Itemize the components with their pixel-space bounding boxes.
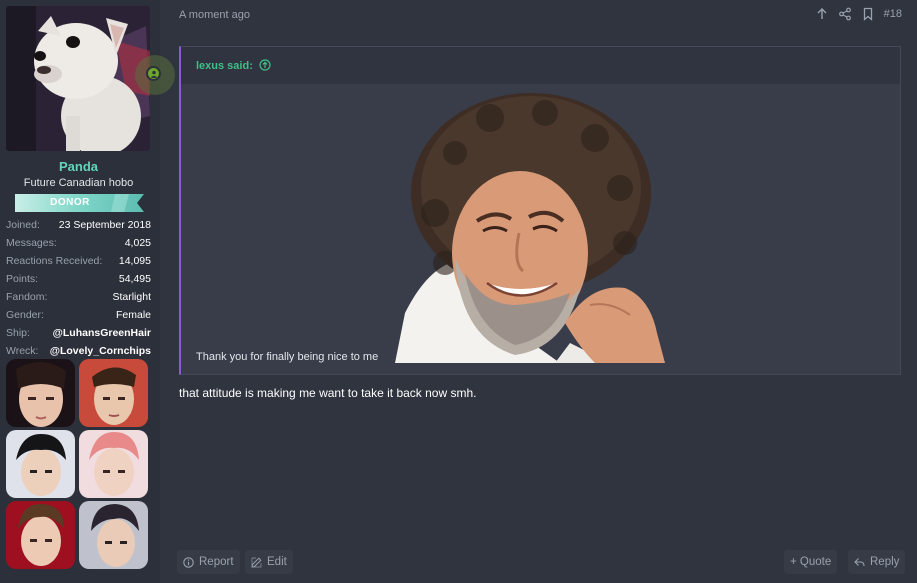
quote-image[interactable] — [395, 93, 667, 363]
stat-key: Messages: — [6, 237, 57, 249]
gallery-image — [79, 359, 148, 427]
quote-label: + Quote — [790, 556, 832, 568]
up-arrow-icon[interactable] — [815, 7, 829, 21]
stat-points: Points: 54,495 — [6, 270, 151, 288]
edit-icon — [251, 556, 262, 568]
stat-key: Reactions Received: — [6, 255, 103, 267]
bookmark-icon[interactable] — [861, 7, 875, 21]
stat-value: 14,095 — [118, 255, 151, 267]
stat-value: Starlight — [112, 291, 151, 303]
stat-fandom: Fandom: Starlight — [6, 288, 151, 306]
report-label: Report — [199, 556, 234, 568]
user-status-icon — [146, 66, 161, 81]
post-timestamp[interactable]: A moment ago — [179, 9, 250, 21]
stat-value: @LuhansGreenHair — [52, 327, 151, 339]
stat-joined: Joined: 23 September 2018 — [6, 216, 151, 234]
stat-wreck: Wreck: @Lovely_Cornchips — [6, 342, 151, 360]
post-body: that attitude is making me want to take … — [179, 386, 477, 400]
signature-gallery — [6, 359, 150, 569]
stat-key: Wreck: — [6, 345, 39, 357]
stat-gender: Gender: Female — [6, 306, 151, 324]
gallery-image — [6, 359, 75, 427]
user-title: Future Canadian hobo — [23, 177, 134, 189]
stat-key: Ship: — [6, 327, 30, 339]
stat-ship: Ship: @LuhansGreenHair — [6, 324, 151, 342]
user-stats: Joined: 23 September 2018 Messages: 4,02… — [6, 216, 151, 360]
stat-value[interactable]: 4,025 — [125, 237, 151, 249]
gallery-image — [79, 430, 148, 498]
quote-block: lexus said: Thank you for finally being … — [179, 46, 901, 375]
post-actions: #18 — [815, 7, 902, 21]
post-number[interactable]: #18 — [884, 8, 902, 20]
gallery-image — [6, 501, 75, 569]
donor-banner-label: DONOR — [50, 197, 90, 208]
report-button[interactable]: Report — [177, 550, 240, 574]
stat-messages: Messages: 4,025 — [6, 234, 151, 252]
goto-quote-icon[interactable] — [259, 59, 271, 74]
edit-label: Edit — [267, 556, 287, 568]
stat-key: Fandom: — [6, 291, 48, 303]
stat-reactions: Reactions Received: 14,095 — [6, 252, 151, 270]
reply-label: Reply — [870, 556, 900, 568]
edit-button[interactable]: Edit — [245, 550, 293, 574]
quote-button[interactable]: + Quote — [784, 550, 838, 574]
stat-key: Gender: — [6, 309, 44, 321]
quote-author[interactable]: lexus said: — [196, 60, 253, 72]
user-avatar[interactable] — [6, 6, 150, 151]
quote-text: Thank you for finally being nice to me — [196, 351, 379, 363]
stat-value: 23 September 2018 — [58, 219, 151, 231]
quote-header: lexus said: — [181, 47, 900, 84]
reply-icon — [854, 557, 865, 566]
stat-key: Points: — [6, 273, 39, 285]
gallery-image — [79, 501, 148, 569]
stat-value: Female — [115, 309, 151, 321]
stat-value: @Lovely_Cornchips — [49, 345, 151, 357]
stat-key: Joined: — [6, 219, 40, 231]
reply-button[interactable]: Reply — [848, 550, 906, 574]
stat-value[interactable]: 54,495 — [119, 273, 151, 285]
username[interactable]: Panda — [0, 159, 157, 174]
user-sidebar: Panda Future Canadian hobo DONOR Joined:… — [0, 0, 175, 583]
info-icon — [183, 556, 194, 568]
share-icon[interactable] — [838, 7, 852, 21]
gallery-image — [6, 430, 75, 498]
